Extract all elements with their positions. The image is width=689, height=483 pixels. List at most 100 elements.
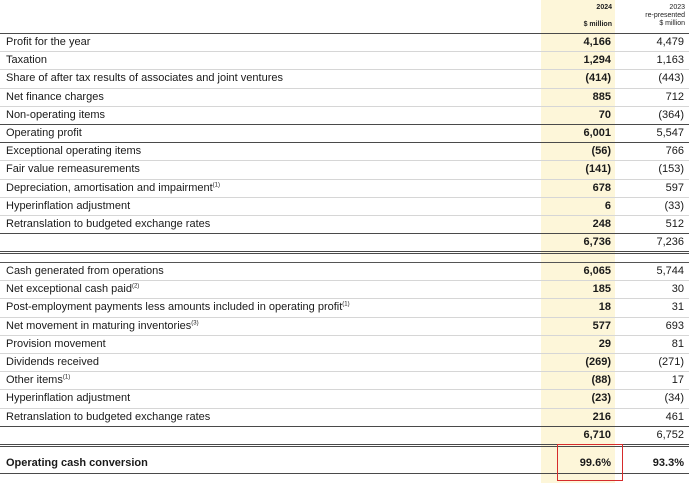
row-label-text: Taxation xyxy=(6,54,47,67)
table-row: Retranslation to budgeted exchange rates… xyxy=(0,408,689,426)
value-2023: (34) xyxy=(664,392,684,405)
footnote-marker: (1) xyxy=(62,374,71,381)
row-label-text: Operating cash conversion xyxy=(6,457,148,469)
row-label-text: Retranslation to budgeted exchange rates xyxy=(6,218,211,230)
table-row: Share of after tax results of associates… xyxy=(0,69,689,87)
table-row: Exceptional operating items (56) 766 xyxy=(0,142,689,160)
row-label: Profit for the year xyxy=(6,35,90,49)
table-row: Provision movement 29 81 xyxy=(0,335,689,353)
row-label: Retranslation to budgeted exchange rates xyxy=(6,217,210,231)
row-label-text: Cash generated from operations xyxy=(6,265,164,277)
annotation-highlight-box xyxy=(557,444,623,481)
table-row: 6,710 6,752 xyxy=(0,426,689,444)
row-label-text: Dividends received xyxy=(6,356,99,368)
row-label: Retranslation to budgeted exchange rates xyxy=(6,410,210,424)
unit-2023: $ million xyxy=(659,20,685,27)
row-label-text: Post-employment payments less amounts in… xyxy=(6,301,343,314)
row-label-text: Net movement in maturing inventories xyxy=(6,319,192,332)
value-2023: 712 xyxy=(665,90,684,103)
value-2023: (443) xyxy=(658,72,684,85)
unit-2024: $ million xyxy=(583,21,612,28)
table-row: 6,736 7,236 xyxy=(0,233,689,251)
table-row: Other items(1) (88) 17 xyxy=(0,371,689,389)
value-2024: 70 xyxy=(598,108,611,121)
table-row: Hyperinflation adjustment 6 (33) xyxy=(0,197,689,215)
value-2024: 6,710 xyxy=(583,428,611,441)
row-label: Net exceptional cash paid(2) xyxy=(6,282,139,296)
value-2024: (56) xyxy=(591,145,611,158)
value-2024: 248 xyxy=(592,218,611,230)
row-label: Dividends received xyxy=(6,355,99,369)
row-label-text: Depreciation, amortisation and impairmen… xyxy=(6,181,213,194)
row-label: Post-employment payments less amounts in… xyxy=(6,300,350,314)
value-2023: 81 xyxy=(671,337,684,350)
value-2024: (414) xyxy=(585,72,611,85)
row-label-text: Net exceptional cash paid xyxy=(6,283,132,296)
value-2023: 17 xyxy=(671,374,684,387)
value-2023: 5,744 xyxy=(656,265,684,277)
value-2024: 678 xyxy=(592,181,611,194)
value-2024: 885 xyxy=(592,90,611,103)
value-2024: 185 xyxy=(592,283,611,296)
row-label: Provision movement xyxy=(6,337,106,351)
table-row: Operating profit 6,001 5,547 xyxy=(0,124,689,142)
row-label-text: Fair value remeasurements xyxy=(6,163,140,176)
table-row: Hyperinflation adjustment (23) (34) xyxy=(0,389,689,407)
value-2023: 6,752 xyxy=(656,428,684,441)
value-2024: (269) xyxy=(585,356,611,368)
row-label: Depreciation, amortisation and impairmen… xyxy=(6,181,220,195)
value-2023: 461 xyxy=(665,410,684,423)
row-label: Taxation xyxy=(6,53,47,67)
value-2023: 766 xyxy=(665,145,684,158)
table-row: Net finance charges 885 712 xyxy=(0,88,689,106)
value-2024: 216 xyxy=(592,410,611,423)
row-label: Operating profit xyxy=(6,126,82,140)
re-presented-note: re-presented xyxy=(645,12,685,19)
table-row: Cash generated from operations 6,065 5,744 xyxy=(0,262,689,280)
row-label-text: Retranslation to budgeted exchange rates xyxy=(6,410,211,423)
value-2024: 6,065 xyxy=(583,265,611,277)
row-label-text: Net finance charges xyxy=(6,90,104,103)
column-header-2024: 2024 $ million xyxy=(541,4,612,29)
footnote-marker: (3) xyxy=(191,319,199,326)
table-row: Depreciation, amortisation and impairmen… xyxy=(0,179,689,197)
row-label-text: Non-operating items xyxy=(6,108,106,121)
value-2023: 1,163 xyxy=(656,54,684,67)
footnote-marker: (2) xyxy=(131,283,140,290)
row-label: Cash generated from operations xyxy=(6,264,164,278)
row-label-text: Operating profit xyxy=(6,127,82,139)
value-2024: 4,166 xyxy=(583,36,611,48)
year-2023: 2023 xyxy=(669,4,685,11)
row-label: Other items(1) xyxy=(6,373,70,387)
table-row: Retranslation to budgeted exchange rates… xyxy=(0,215,689,233)
value-2024: (23) xyxy=(591,392,611,405)
value-2023: 5,547 xyxy=(656,127,684,139)
value-2023: (33) xyxy=(664,199,684,212)
table-row: Net movement in maturing inventories(3) 5… xyxy=(0,317,689,335)
value-2023: 512 xyxy=(665,218,684,230)
value-2023: (153) xyxy=(658,163,684,176)
value-2024: 29 xyxy=(598,337,611,350)
row-label: Fair value remeasurements xyxy=(6,162,140,176)
row-label-text: Exceptional operating items xyxy=(6,145,142,158)
value-2024: 6,001 xyxy=(583,127,611,139)
value-2023: 31 xyxy=(671,301,684,314)
row-label: Operating cash conversion xyxy=(6,456,148,470)
row-label: Non-operating items xyxy=(6,108,105,122)
table-row: Fair value remeasurements (141) (153) xyxy=(0,160,689,178)
value-2024: (88) xyxy=(591,374,611,387)
value-2023: (364) xyxy=(658,108,684,121)
row-label: Net finance charges xyxy=(6,90,104,104)
table-row: Non-operating items 70 (364) xyxy=(0,106,689,124)
value-2024: 18 xyxy=(598,301,611,314)
row-label-text: Hyperinflation adjustment xyxy=(6,392,131,405)
row-label-text: Profit for the year xyxy=(6,36,91,48)
table-row: Post-employment payments less amounts in… xyxy=(0,298,689,316)
value-2023: 4,479 xyxy=(656,36,684,48)
value-2023: (271) xyxy=(658,356,684,368)
value-2024: 6,736 xyxy=(583,236,611,249)
row-label: Share of after tax results of associates… xyxy=(6,71,283,85)
cash-conversion-table: 2024 $ million 2023 re-presented $ milli… xyxy=(0,0,689,483)
table-row: Taxation 1,294 1,163 xyxy=(0,51,689,69)
row-label: Exceptional operating items xyxy=(6,144,141,158)
